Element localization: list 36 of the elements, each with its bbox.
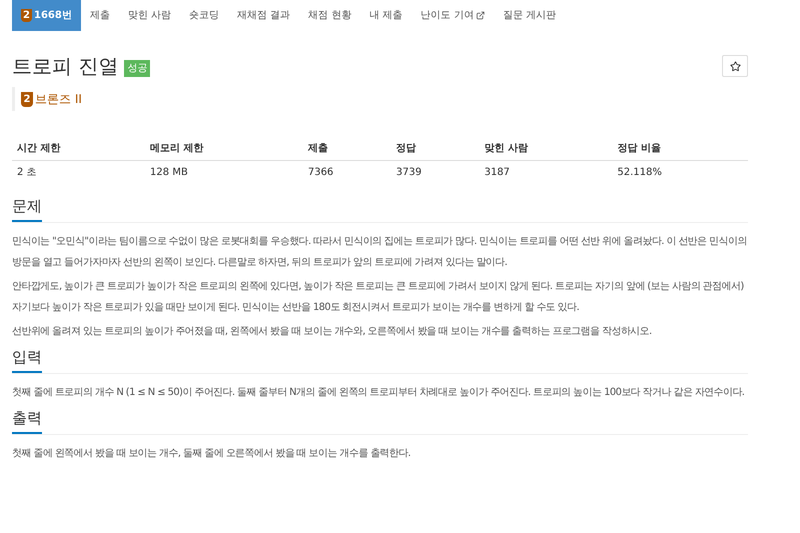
paragraph: 안타깝게도, 높이가 큰 트로피가 높이가 작은 트로피의 왼쪽에 있다면, 높이가 작은 트로피는 큰 트로피에 가려서 보이지 않게 된다. 트로피는 자기의 앞에 (보는 사람의 관점에서) 자기보다 높이가 작은 트로피가 있을 때만 보이게 된다. 민식이는 선반을 180도 회전시켜서 트로피가 보이는 개수를 변하게 할 수도 있다. [12, 280, 745, 315]
paragraph: 선반위에 올려져 있는 트로피의 높이가 주어졌을 때, 왼쪽에서 봤을 때 보이는 개수와, 오른쪽에서 봤을 때 보이는 개수를 출력하는 프로그램을 작성하시오. [12, 325, 653, 339]
column-header: 시간 제한 [17, 143, 60, 154]
status-label: 성공 [124, 60, 150, 76]
section-heading: 입력 [12, 347, 42, 373]
nav-tab[interactable]: 숏코딩 [180, 0, 228, 31]
nav-tab[interactable]: 내 제출 [360, 0, 412, 31]
table-cell: 7366 [308, 167, 334, 178]
tier-badge-icon: 2 [21, 92, 33, 106]
table-cell: 128 MB [150, 167, 188, 178]
nav-tab[interactable]: 채점 현황 [299, 0, 360, 31]
paragraph: 민식이는 "오민식"이라는 팀이름으로 수없이 많은 로봇대회를 우승했다. 따라서 민식이의 집에는 트로피가 많다. 민식이는 트로피를 어떤 선반 위에 올려놨다. 이 선반은 민식이의 방문을 열고 들어가자마자 선반의 왼쪽이 보인다. 다른말로 하자면, 뒤의 트로피가 앞의 트로피에 가려져 있다는 말이다. [12, 235, 748, 270]
table-cell: 52.118% [617, 167, 662, 178]
column-header: 메모리 제한 [150, 143, 204, 154]
table-cell: 3739 [396, 167, 422, 178]
nav-tab[interactable]: 맞힌 사람 [118, 0, 180, 31]
paragraph: 첫째 줄에 트로피의 개수 N (1 ≤ N ≤ 50)이 주어진다. 둘째 줄부터 N개의 줄에 왼쪽의 트로피부터 차례대로 높이가 주어진다. 트로피의 높이는 100보다 작거나 같은 자연수이다. [12, 386, 746, 400]
column-header: 정답 비율 [617, 143, 661, 154]
nav-tab[interactable]: 질문 게시판 [494, 0, 565, 31]
column-header: 제출 [308, 143, 328, 154]
problem-title: 트로피 진열 [12, 53, 118, 80]
tier-label[interactable]: 브론즈 II [35, 90, 82, 108]
star-button[interactable] [722, 55, 748, 77]
column-header: 맞힌 사람 [484, 143, 528, 154]
nav-tab[interactable]: 제출 [80, 0, 119, 31]
paragraph: 첫째 줄에 왼쪽에서 봤을 때 보이는 개수, 둘째 줄에 오른쪽에서 봤을 때 보이는 개수를 출력한다. [12, 447, 412, 461]
star-icon [730, 60, 740, 72]
section-heading: 문제 [12, 196, 42, 222]
column-header: 정답 [396, 143, 416, 154]
tier-badge-icon: 2 [21, 9, 32, 22]
section-heading: 출력 [12, 408, 42, 434]
table-cell: 3187 [484, 167, 510, 178]
nav-tab[interactable]: 난이도 기여 [412, 0, 494, 31]
nav-tab[interactable]: 2 1668번 [12, 0, 81, 31]
nav-tab[interactable]: 재채점 결과 [228, 0, 300, 31]
table-cell: 2 초 [17, 167, 37, 178]
